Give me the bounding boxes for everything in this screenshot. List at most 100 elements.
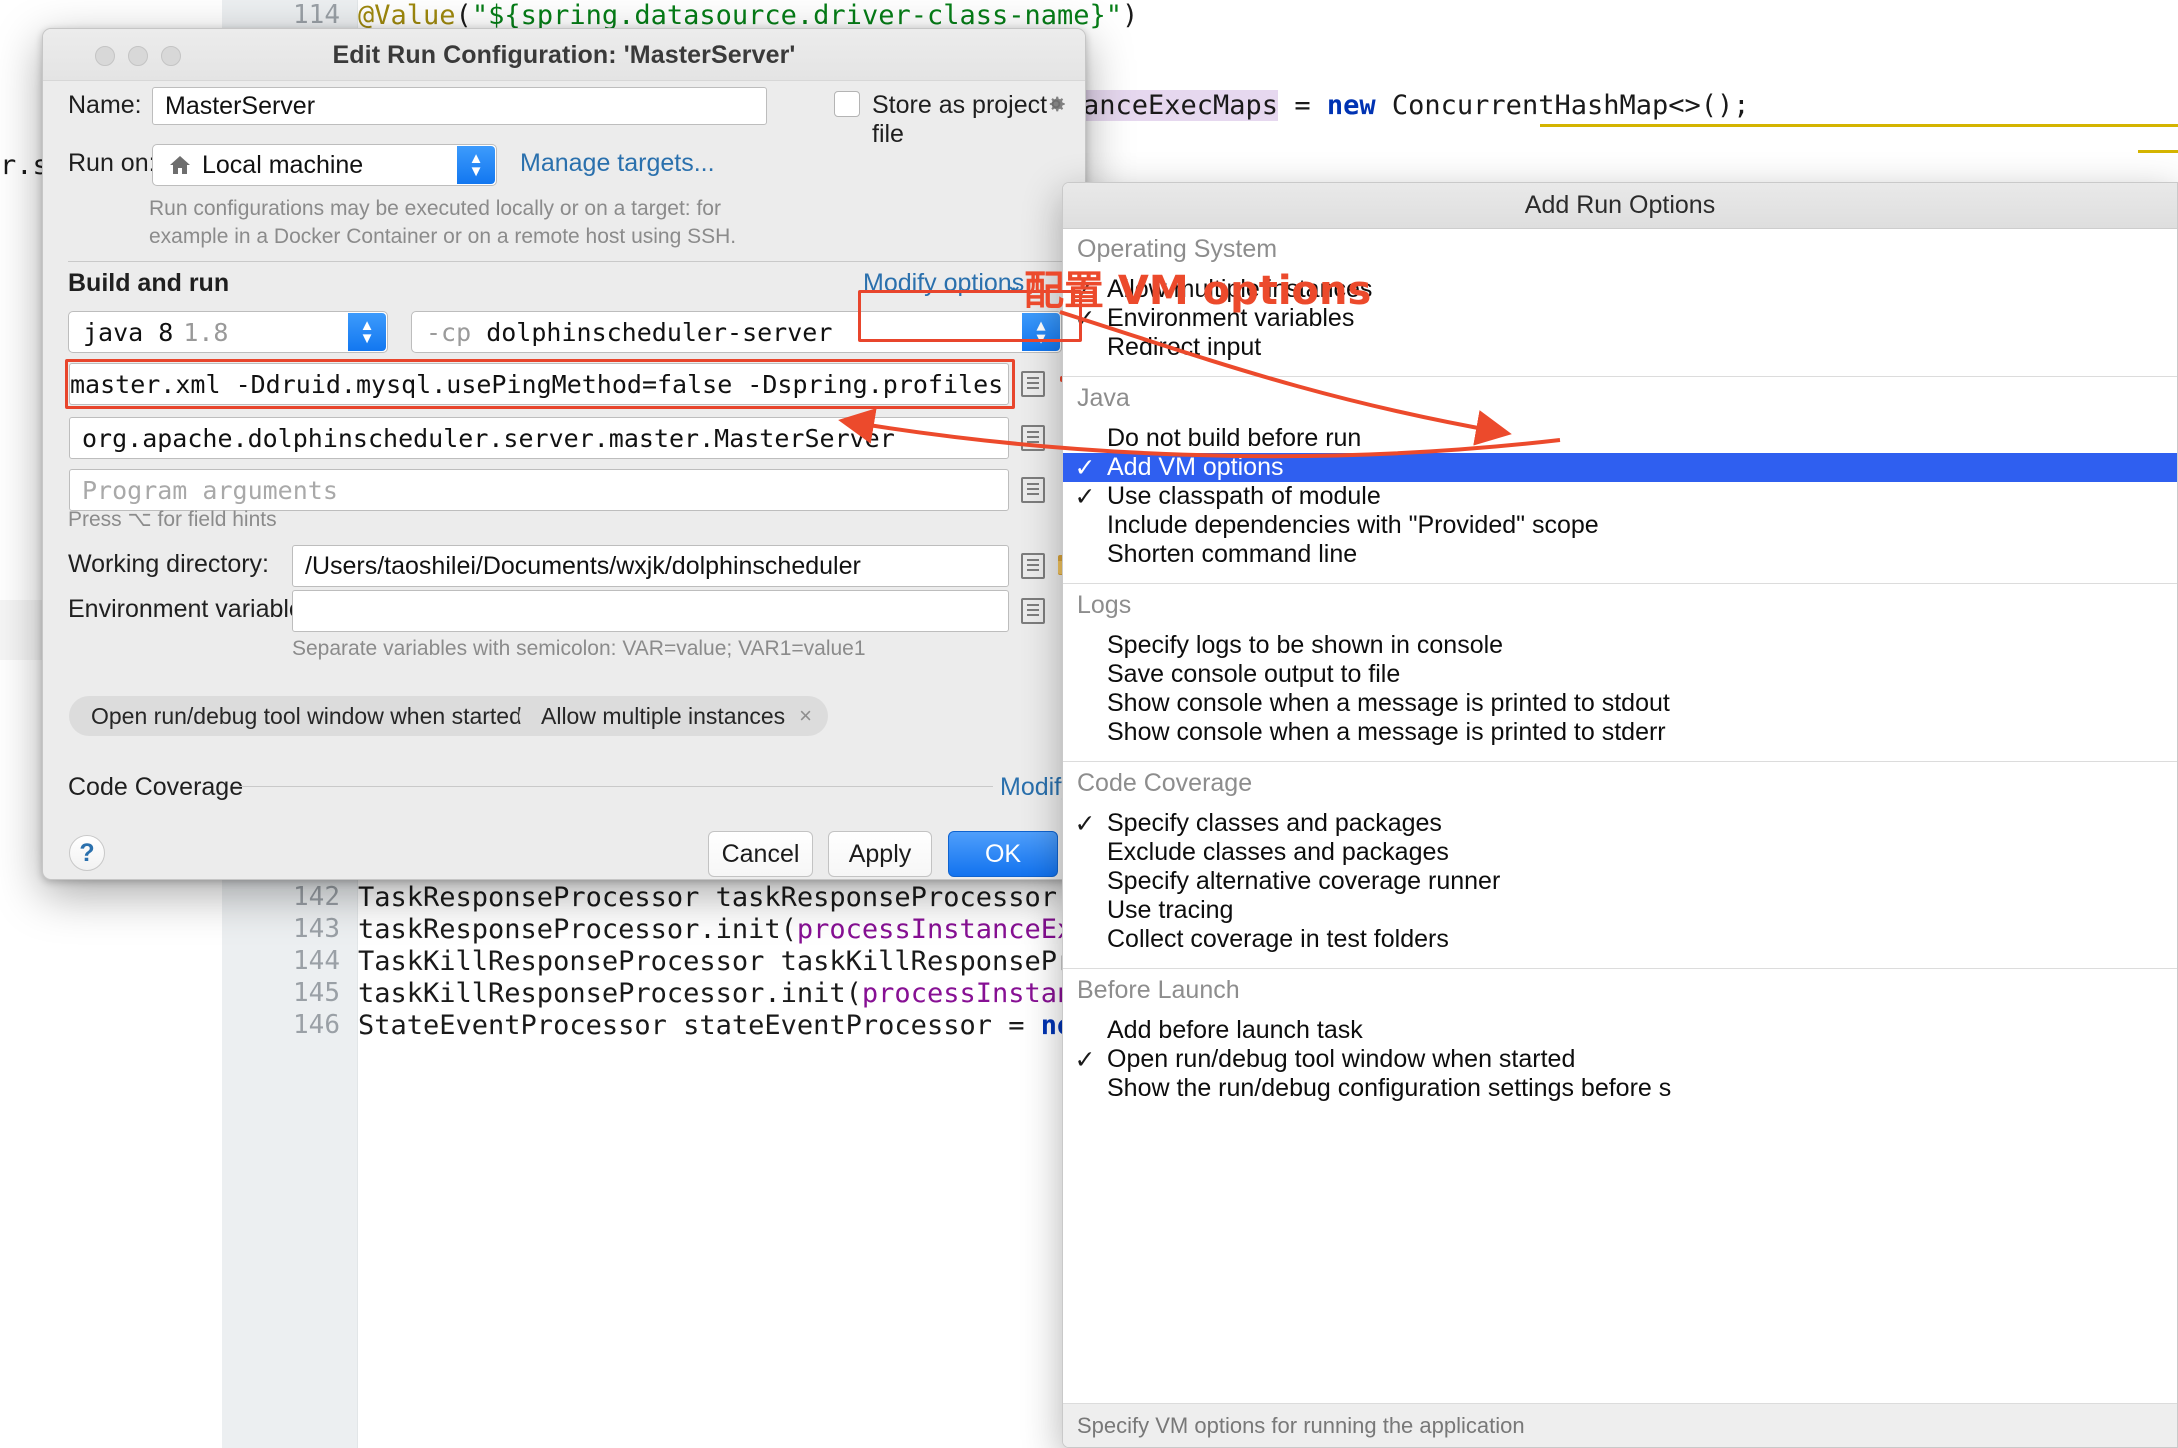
line-number: 142 [293, 882, 340, 912]
cancel-button[interactable]: Cancel [708, 831, 813, 877]
chinese-annotation-note: 配置 VM options [1024, 268, 1372, 314]
chip-label: Allow multiple instances [541, 702, 786, 729]
menu-item-specify-alternative-coverage-runner[interactable]: Specify alternative coverage runner [1063, 867, 2177, 896]
popup-title: Add Run Options [1063, 183, 2177, 229]
menu-item-show-console-when-a-message-is-printed-to-stderr[interactable]: Show console when a message is printed t… [1063, 718, 2177, 747]
menu-group-header: Logs [1077, 591, 1132, 619]
help-button[interactable]: ? [69, 835, 105, 871]
vm-options-input[interactable]: master.xml -Ddruid.mysql.usePingMethod=f… [69, 363, 1009, 405]
chip-open-run-debug-tool-window[interactable]: Open run/debug tool window when started … [69, 696, 565, 736]
name-input-value: MasterServer [165, 91, 316, 120]
environment-variables-input[interactable] [292, 590, 1009, 632]
menu-separator [1063, 583, 2177, 584]
menu-item-use-classpath-of-module[interactable]: ✓ Use classpath of module [1063, 482, 2177, 511]
jre-stepper[interactable]: ▲ ▼ [348, 313, 386, 351]
section-divider [68, 261, 1062, 262]
menu-item-redirect-input[interactable]: Redirect input [1063, 333, 2177, 362]
menu-item-add-vm-options[interactable]: ✓ Add VM options [1063, 453, 2177, 482]
environment-variables-label: Environment variables: [68, 595, 323, 623]
code-line: @Value("${spring.datasource.driver-class… [358, 0, 1139, 31]
menu-item-label: Show the run/debug configuration setting… [1107, 1074, 1672, 1102]
apply-button[interactable]: Apply [828, 831, 932, 877]
line-number: 144 [293, 946, 340, 976]
vm-options-value: master.xml -Ddruid.mysql.usePingMethod=f… [70, 369, 1009, 399]
menu-item-label: Use classpath of module [1107, 482, 1381, 510]
modify-options-chevron-icon[interactable]: ⌄ [1005, 272, 1023, 298]
run-on-select[interactable]: Local machine ▲ ▼ [152, 144, 497, 186]
line-number: 146 [293, 1010, 340, 1040]
menu-item-label: Save console output to file [1107, 660, 1401, 688]
working-directory-value: /Users/taoshilei/Documents/wxjk/dolphins… [305, 551, 861, 580]
name-input[interactable]: MasterServer [152, 87, 767, 125]
classpath-stepper[interactable]: ▲ ▼ [1022, 313, 1060, 351]
program-arguments-placeholder: Program arguments [82, 475, 338, 505]
menu-item-label: Exclude classes and packages [1107, 838, 1449, 866]
check-icon: ✓ [1074, 482, 1096, 511]
jre-select[interactable]: java 8 1.8 ▲ ▼ [68, 311, 388, 353]
store-as-project-file-checkbox[interactable] [834, 91, 860, 117]
program-arguments-expand-editor-icon[interactable] [1021, 477, 1045, 503]
menu-item-specify-classes-and-packages[interactable]: ✓ Specify classes and packages [1063, 809, 2177, 838]
menu-item-do-not-build-before-run[interactable]: Do not build before run [1063, 424, 2177, 453]
chip-allow-multiple-instances[interactable]: Allow multiple instances × [519, 696, 829, 736]
menu-separator [1063, 376, 2177, 377]
check-icon: ✓ [1074, 1045, 1096, 1074]
classpath-value: -cp dolphinscheduler-server [426, 317, 833, 347]
menu-item-exclude-classes-and-packages[interactable]: Exclude classes and packages [1063, 838, 2177, 867]
code-underline [1540, 124, 2178, 127]
edit-run-configuration-dialog: Edit Run Configuration: 'MasterServer' N… [42, 28, 1086, 880]
menu-item-include-dependencies-with-provided-scope[interactable]: Include dependencies with "Provided" sco… [1063, 511, 2177, 540]
run-on-label: Run on: [68, 149, 156, 177]
menu-item-label: Specify classes and packages [1107, 809, 1442, 837]
chip-label: Open run/debug tool window when started [91, 702, 522, 729]
environment-variables-hint: Separate variables with semicolon: VAR=v… [292, 637, 866, 660]
menu-item-label: Shorten command line [1107, 540, 1358, 568]
editor-side-strip [0, 900, 222, 901]
code-fragment-right: anceExecMaps = new ConcurrentHashMap<>()… [1083, 90, 1750, 121]
menu-item-shorten-command-line[interactable]: Shorten command line [1063, 540, 2177, 569]
menu-item-label: Use tracing [1107, 896, 1234, 924]
menu-item-save-console-output-to-file[interactable]: Save console output to file [1063, 660, 2177, 689]
menu-item-label: Redirect input [1107, 333, 1262, 361]
menu-item-label: Specify alternative coverage runner [1107, 867, 1501, 895]
manage-targets-link[interactable]: Manage targets... [520, 149, 715, 178]
environment-variables-edit-icon[interactable] [1021, 598, 1045, 624]
main-class-browse-icon[interactable] [1021, 425, 1045, 451]
menu-item-open-run-debug-tool-window-when-started[interactable]: ✓ Open run/debug tool window when started [1063, 1045, 2177, 1074]
home-icon [170, 156, 190, 174]
working-directory-input[interactable]: /Users/taoshilei/Documents/wxjk/dolphins… [292, 545, 1009, 587]
program-arguments-input[interactable]: Program arguments [69, 469, 1009, 511]
menu-item-show-console-when-a-message-is-printed-to-stdout[interactable]: Show console when a message is printed t… [1063, 689, 2177, 718]
code-coverage-divider [233, 786, 993, 787]
jre-value: java 8 [83, 317, 174, 347]
menu-group-header: Before Launch [1077, 976, 1240, 1004]
menu-item-use-tracing[interactable]: Use tracing [1063, 896, 2177, 925]
menu-item-add-before-launch-task[interactable]: Add before launch task [1063, 1016, 2177, 1045]
menu-item-specify-logs-to-be-shown-in-console[interactable]: Specify logs to be shown in console [1063, 631, 2177, 660]
menu-item-show-the-run-debug-configuration-settings-before-s[interactable]: Show the run/debug configuration setting… [1063, 1074, 2177, 1103]
menu-item-label: Show console when a message is printed t… [1107, 689, 1670, 717]
working-directory-label: Working directory: [68, 550, 269, 578]
main-class-value: org.apache.dolphinscheduler.server.maste… [82, 423, 895, 453]
menu-item-label: Specify logs to be shown in console [1107, 631, 1504, 659]
menu-group-header: Java [1077, 384, 1130, 412]
menu-item-label: Open run/debug tool window when started [1107, 1045, 1576, 1073]
classpath-module-select[interactable]: -cp dolphinscheduler-server ▲ ▼ [411, 311, 1062, 353]
ok-button[interactable]: OK [948, 831, 1058, 877]
field-hint-label: Press ⌥ for field hints [68, 508, 277, 531]
working-directory-macros-icon[interactable] [1021, 553, 1045, 579]
menu-item-label: Collect coverage in test folders [1107, 925, 1449, 953]
menu-item-label: Do not build before run [1107, 424, 1362, 452]
menu-item-collect-coverage-in-test-folders[interactable]: Collect coverage in test folders [1063, 925, 2177, 954]
check-icon: ✓ [1074, 809, 1096, 838]
main-class-input[interactable]: org.apache.dolphinscheduler.server.maste… [69, 417, 1009, 459]
dialog-title-bar: Edit Run Configuration: 'MasterServer' [43, 29, 1085, 81]
modify-options-link[interactable]: Modify options [863, 269, 1024, 298]
menu-group-header: Code Coverage [1077, 769, 1253, 797]
menu-item-label: Show console when a message is printed t… [1107, 718, 1666, 746]
chip-remove-icon[interactable]: × [799, 703, 812, 729]
vm-options-expand-editor-icon[interactable] [1021, 371, 1045, 397]
gear-icon[interactable] [1043, 91, 1069, 117]
run-on-hint-line-1: Run configurations may be executed local… [149, 197, 721, 220]
run-on-stepper[interactable]: ▲ ▼ [457, 146, 495, 184]
